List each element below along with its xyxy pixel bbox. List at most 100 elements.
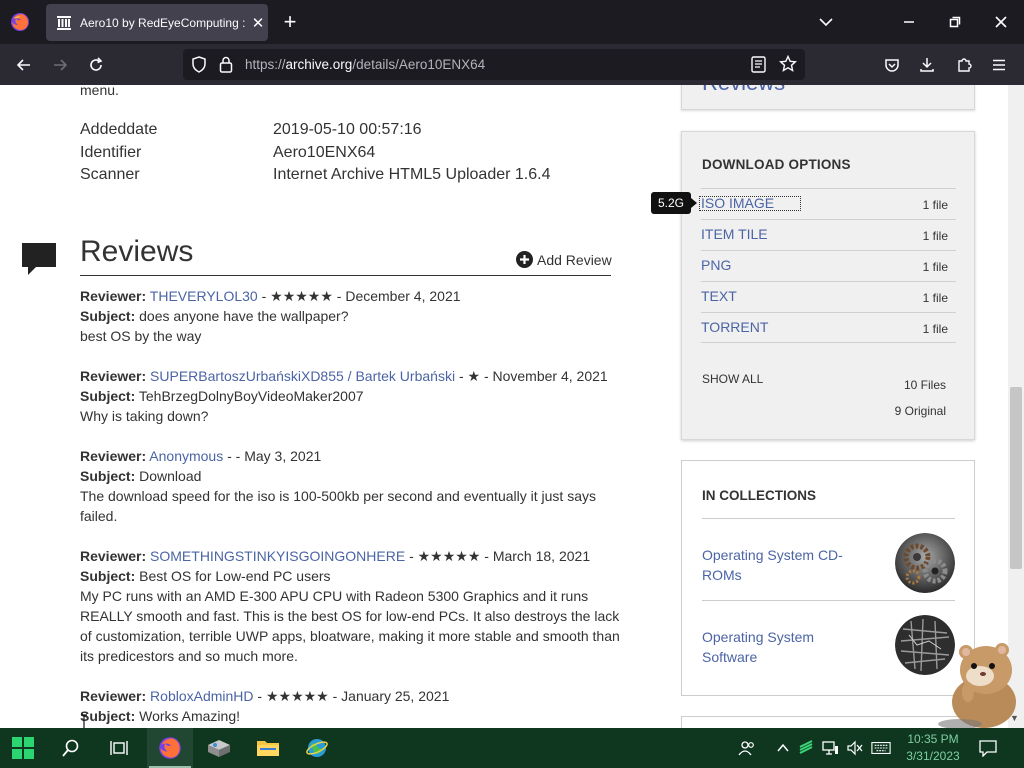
subject-label: Subject:: [80, 388, 136, 404]
download-row: PNG 1 file: [701, 250, 956, 281]
gears-thumbnail-icon[interactable]: [895, 533, 955, 593]
reviewer-link[interactable]: Anonymous: [149, 448, 223, 464]
reviewer-label: Reviewer:: [80, 688, 147, 704]
chevron-down-icon[interactable]: [816, 12, 836, 32]
touch-keyboard-button[interactable]: [871, 738, 891, 758]
app-menu-button[interactable]: [988, 54, 1010, 76]
search-button[interactable]: [48, 728, 94, 768]
collection-link[interactable]: Operating System CD-ROMs: [702, 545, 862, 585]
taskbar-firefox[interactable]: [147, 728, 193, 768]
close-window-button[interactable]: [978, 0, 1024, 44]
volume-button[interactable]: [845, 738, 865, 758]
clock-time: 10:35 PM: [907, 732, 959, 746]
metadata-row: Addeddate 2019-05-10 00:57:16: [80, 121, 550, 144]
show-hidden-icons-button[interactable]: [773, 738, 793, 758]
close-icon: [995, 16, 1007, 28]
pocket-button[interactable]: [881, 54, 903, 76]
file-count: 1 file: [922, 322, 948, 336]
page-scrollbar-thumb[interactable]: [1010, 387, 1022, 569]
metadata-key: Identifier: [80, 143, 142, 161]
subject-label: Subject:: [80, 308, 136, 324]
metadata-row: Scanner Internet Archive HTML5 Uploader 1…: [80, 166, 550, 189]
url-prefix: https://: [245, 57, 286, 72]
url-text[interactable]: https://archive.org/details/Aero10ENX64: [245, 57, 485, 72]
taskbar-file-explorer[interactable]: [245, 728, 291, 768]
tray-app-button[interactable]: [796, 738, 816, 758]
file-size-tooltip: 5.2G: [651, 192, 697, 214]
lock-icon[interactable]: [219, 56, 233, 73]
reload-icon: [90, 57, 103, 71]
speaker-muted-icon: [847, 740, 863, 756]
reviewer-link[interactable]: RobloxAdminHD: [150, 688, 253, 704]
disk-drive-icon: [208, 740, 230, 757]
minimize-button[interactable]: [886, 0, 932, 44]
extensions-button[interactable]: [953, 54, 975, 76]
tab-strip: Aero10 by RedEyeComputing : I ✕ +: [0, 0, 1024, 44]
download-options-heading: DOWNLOAD OPTIONS: [702, 157, 851, 172]
review-body: Why is taking down?: [80, 408, 209, 424]
task-view-button[interactable]: [96, 728, 142, 768]
clock-date: 3/31/2023: [906, 749, 960, 763]
show-all-link[interactable]: SHOW ALL: [702, 372, 763, 386]
download-options-box: DOWNLOAD OPTIONS ISO IMAGE 1 file ITEM T…: [681, 131, 975, 440]
people-button[interactable]: [737, 738, 757, 758]
download-link-item-tile[interactable]: ITEM TILE: [701, 226, 768, 242]
download-row: TEXT 1 file: [701, 281, 956, 312]
close-tab-icon[interactable]: ✕: [249, 14, 267, 32]
address-bar[interactable]: https://archive.org/details/Aero10ENX64: [183, 49, 805, 80]
review-meta: - - May 3, 2021: [223, 448, 322, 464]
firefox-icon: [159, 737, 181, 759]
url-path: /details/Aero10ENX64: [352, 57, 486, 72]
review-meta: - ★★★★★ - December 4, 2021: [257, 288, 461, 304]
page-content: menu. Addeddate 2019-05-10 00:57:16 Ident…: [0, 85, 1024, 728]
reviewer-link[interactable]: THEVERYLOL30: [150, 288, 258, 304]
speech-bubble-icon: [22, 243, 56, 275]
reviewer-link[interactable]: SOMETHINGSTINKYISGOINGONHERE: [150, 548, 405, 564]
collection-item[interactable]: Operating System CD-ROMs: [702, 518, 955, 600]
nav-toolbar: https://archive.org/details/Aero10ENX64: [0, 44, 1024, 85]
tab-title: Aero10 by RedEyeComputing : I: [80, 15, 245, 30]
taskbar-clock[interactable]: 10:35 PM 3/31/2023: [900, 731, 966, 765]
taskbar-app-installer[interactable]: [196, 728, 242, 768]
review-body: The download speed for the iso is 100-50…: [80, 488, 596, 524]
metadata-value: 2019-05-10 00:57:16: [273, 121, 422, 138]
archive-favicon-icon: [57, 15, 71, 30]
reviews-summary-link[interactable]: Reviews: [702, 85, 785, 96]
add-review-button[interactable]: Add Review: [516, 251, 612, 268]
keyboard-icon: [871, 742, 891, 754]
download-link-text[interactable]: TEXT: [701, 288, 737, 304]
firefox-icon[interactable]: [10, 12, 30, 32]
search-icon: [62, 739, 79, 757]
download-link-png[interactable]: PNG: [701, 257, 731, 273]
shield-icon[interactable]: [191, 56, 207, 73]
taskbar-globe-app[interactable]: [294, 728, 340, 768]
reload-button[interactable]: [85, 54, 107, 76]
downloads-button[interactable]: [916, 54, 938, 76]
bookmark-star-icon[interactable]: [779, 55, 797, 73]
download-icon: [920, 58, 934, 72]
collection-link[interactable]: Operating System Software: [702, 627, 862, 667]
network-button[interactable]: [820, 738, 840, 758]
file-count: 1 file: [922, 260, 948, 274]
restore-button[interactable]: [932, 0, 978, 44]
review-body: My PC runs with an AMD E-300 APU CPU wit…: [80, 588, 620, 664]
start-button[interactable]: [0, 728, 46, 768]
reader-view-icon[interactable]: [751, 56, 766, 73]
metadata-value: Internet Archive HTML5 Uploader 1.6.4: [273, 166, 551, 183]
review-subject: TehBrzegDolnyBoyVideoMaker2007: [135, 388, 364, 404]
review-subject: Download: [135, 468, 202, 484]
forward-button[interactable]: [49, 54, 71, 76]
reviewer-label: Reviewer:: [80, 368, 147, 384]
tab-archive[interactable]: Aero10 by RedEyeComputing : I ✕: [46, 4, 268, 41]
file-count: 1 file: [922, 229, 948, 243]
download-link-torrent[interactable]: TORRENT: [701, 319, 768, 335]
collection-item[interactable]: Operating System Software: [702, 600, 955, 682]
back-button[interactable]: [13, 54, 35, 76]
review-subject: Works Amazing!: [135, 708, 241, 724]
reviewer-link[interactable]: SUPERBartoszUrbańskiXD855 / Bartek Urbań…: [150, 368, 455, 384]
action-center-button[interactable]: [978, 738, 998, 758]
review-meta: - ★ - November 4, 2021: [455, 368, 608, 384]
new-tab-button[interactable]: +: [280, 10, 300, 34]
minimize-icon: [904, 21, 914, 23]
reviews-divider: [80, 275, 611, 276]
